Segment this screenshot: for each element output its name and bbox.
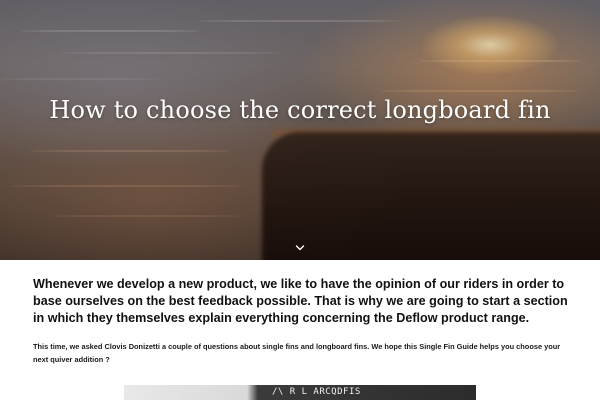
article-intro: Whenever we develop a new product, we li…	[33, 277, 568, 325]
article-image-text: /\ R L ARCQDFIS	[272, 387, 361, 397]
hero-overlay	[0, 0, 600, 260]
article-page: How to choose the correct longboard fin …	[0, 0, 600, 400]
chevron-down-icon-svg	[295, 245, 305, 251]
page-title: How to choose the correct longboard fin	[49, 96, 551, 124]
article-image: /\ R L ARCQDFIS	[124, 385, 476, 400]
article-content: Whenever we develop a new product, we li…	[0, 260, 600, 400]
chevron-down-icon[interactable]	[292, 240, 308, 256]
hero-banner: How to choose the correct longboard fin	[0, 0, 600, 260]
article-paragraph: This time, we asked Clovis Donizetti a c…	[33, 342, 561, 364]
